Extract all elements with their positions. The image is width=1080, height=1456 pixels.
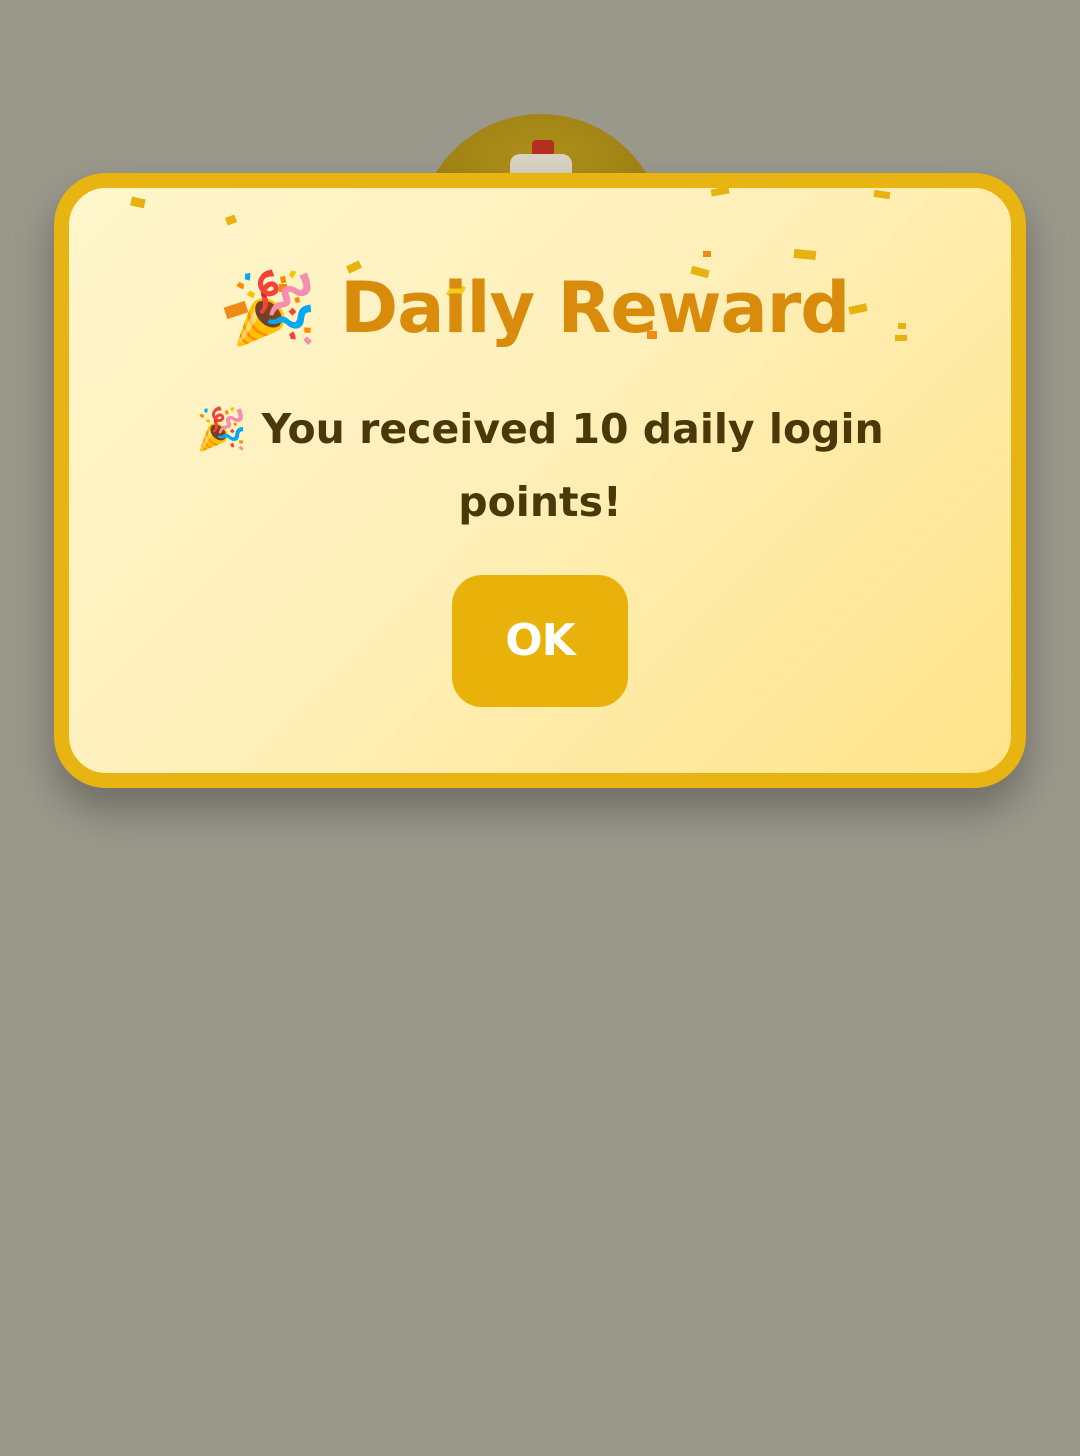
- confetti-piece: [130, 196, 146, 209]
- dialog-title: 🎉 Daily Reward: [230, 267, 851, 349]
- reward-message: 🎉 You received 10 daily login points!: [196, 405, 884, 526]
- daily-reward-dialog: 🎉 Daily Reward 🎉 You received 10 daily l…: [54, 173, 1026, 788]
- ok-button[interactable]: OK: [452, 575, 628, 707]
- confetti-piece: [873, 189, 891, 200]
- confetti-piece: [224, 214, 238, 226]
- confetti-piece: [703, 251, 711, 257]
- confetti-piece: [710, 188, 730, 197]
